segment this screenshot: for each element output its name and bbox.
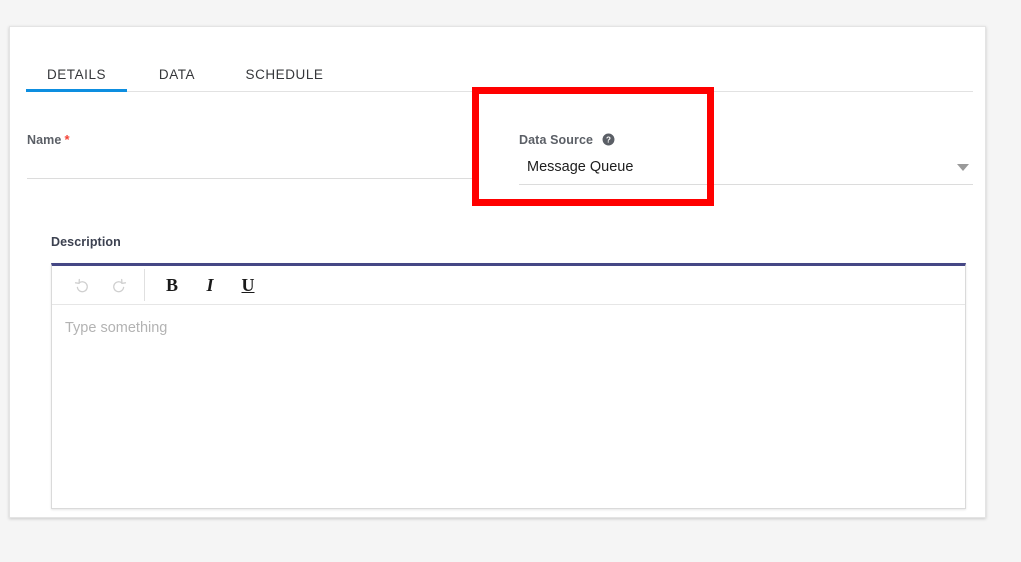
tab-schedule[interactable]: SCHEDULE xyxy=(227,67,342,93)
underline-icon: U xyxy=(241,275,255,295)
tab-bar-divider xyxy=(26,91,973,92)
required-asterisk: * xyxy=(64,132,70,147)
tab-active-indicator xyxy=(26,89,127,92)
description-label: Description xyxy=(51,235,121,249)
chevron-down-icon[interactable] xyxy=(957,164,969,171)
data-source-select[interactable]: Message Queue xyxy=(519,155,973,185)
name-input[interactable] xyxy=(27,152,479,182)
tab-bar: DETAILS DATA SCHEDULE xyxy=(26,63,973,93)
undo-button[interactable] xyxy=(62,268,100,302)
data-source-label-text: Data Source xyxy=(519,133,594,147)
data-source-underline xyxy=(519,184,973,185)
details-card: DETAILS DATA SCHEDULE Name * Data Source … xyxy=(9,26,986,518)
name-label: Name * xyxy=(27,132,479,148)
italic-icon: I xyxy=(206,275,214,295)
description-input[interactable]: Type something xyxy=(52,305,965,495)
undo-icon xyxy=(74,278,88,292)
bold-icon: B xyxy=(165,275,178,295)
redo-icon xyxy=(112,278,126,292)
redo-button[interactable] xyxy=(100,268,138,302)
bold-button[interactable]: B xyxy=(153,268,191,302)
description-placeholder: Type something xyxy=(65,320,168,336)
name-label-text: Name xyxy=(27,133,62,147)
data-source-field-group: Data Source ? Message Queue xyxy=(519,132,973,185)
underline-button[interactable]: U xyxy=(229,268,267,302)
name-field-group: Name * xyxy=(27,132,479,182)
svg-text:?: ? xyxy=(606,135,611,144)
italic-button[interactable]: I xyxy=(191,268,229,302)
editor-toolbar: B I U xyxy=(52,266,965,305)
data-source-label: Data Source ? xyxy=(519,132,973,148)
help-circle-icon[interactable]: ? xyxy=(602,133,615,146)
data-source-selected-value[interactable]: Message Queue xyxy=(519,155,973,184)
tab-data[interactable]: DATA xyxy=(127,67,227,93)
toolbar-divider xyxy=(144,269,145,301)
description-editor: B I U Type something xyxy=(51,263,966,509)
